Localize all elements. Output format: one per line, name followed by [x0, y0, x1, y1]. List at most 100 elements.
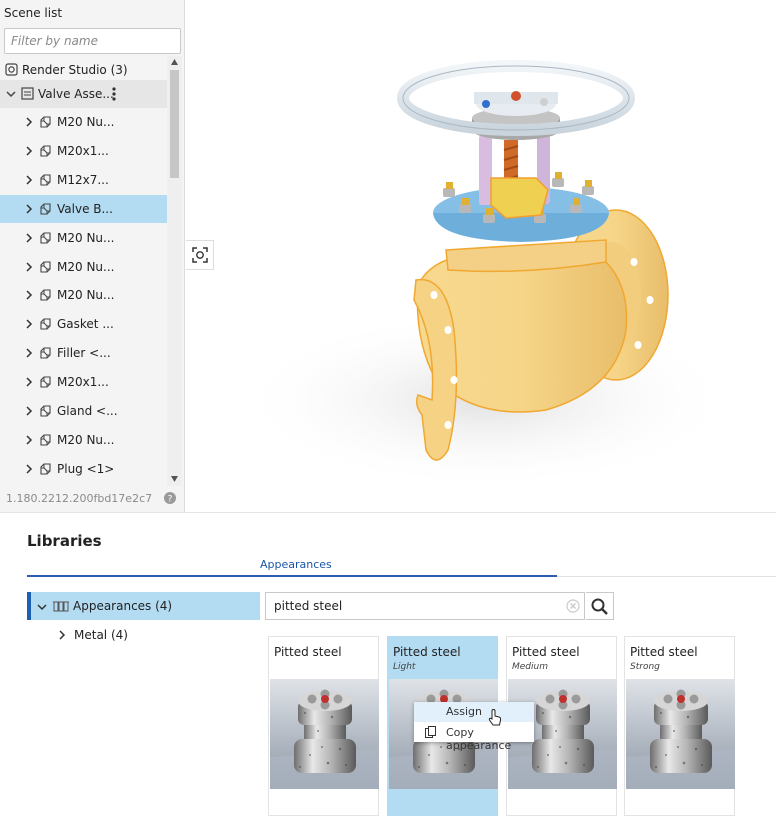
chevron-down-icon[interactable] [37, 602, 47, 612]
appearance-library-icon [53, 601, 69, 612]
focus-view-icon [192, 247, 208, 263]
tree-item[interactable]: M20 Nu... [0, 224, 167, 252]
chevron-right-icon[interactable] [24, 464, 34, 474]
chevron-right-icon[interactable] [24, 175, 34, 185]
card-subtitle: Strong [630, 662, 660, 672]
tree-item-label: M20x1... [57, 375, 109, 390]
tree-item-label: M20x1... [57, 143, 109, 158]
tree-item[interactable]: Plug <1> [0, 455, 167, 483]
search-icon [591, 598, 608, 615]
version-label: 1.180.2212.200fbd17e2c7 [6, 492, 153, 505]
part-icon [40, 145, 51, 157]
assembly-icon [21, 87, 34, 100]
filter-input[interactable] [4, 28, 181, 54]
library-tree-appearances[interactable]: Appearances (4) [27, 592, 260, 620]
more-options-icon[interactable] [111, 86, 117, 102]
part-icon [40, 318, 51, 330]
tree-item[interactable]: M12x7... [0, 166, 167, 194]
scene-tree: Render Studio (3) Valve Asse... M20 Nu..… [0, 56, 167, 486]
chevron-right-icon[interactable] [24, 146, 34, 156]
tree-item[interactable]: M20x1... [0, 368, 167, 396]
card-title: Pitted steel [630, 645, 698, 659]
part-icon [40, 376, 51, 388]
tab-appearances[interactable]: Appearances [260, 558, 332, 571]
menu-item-label: Copy appearance [446, 726, 512, 752]
chevron-right-icon[interactable] [24, 406, 34, 416]
chevron-right-icon[interactable] [24, 435, 34, 445]
part-icon [40, 405, 51, 417]
chevron-down-icon[interactable] [6, 89, 16, 99]
tree-item[interactable]: Gasket ... [0, 310, 167, 338]
chevron-right-icon[interactable] [24, 319, 34, 329]
scene-list-panel: Scene list Render Studio (3) Valve Asse.… [0, 0, 185, 512]
part-icon [40, 232, 51, 244]
chevron-right-icon[interactable] [24, 290, 34, 300]
tree-item[interactable]: M20x1... [0, 137, 167, 165]
library-tree-metal[interactable]: Metal (4) [55, 626, 205, 646]
tree-item-label: Gland <... [57, 404, 118, 418]
menu-item-label: Assign [446, 705, 482, 718]
libraries-title: Libraries [27, 532, 102, 550]
part-icon [40, 203, 51, 215]
chevron-right-icon[interactable] [24, 261, 34, 272]
tree-item-label: M20 Nu... [57, 115, 115, 129]
tree-item[interactable]: M20 Nu... [0, 253, 167, 281]
tree-item-label: Filler <... [57, 346, 111, 361]
focus-view-button[interactable] [186, 240, 214, 270]
appearance-card[interactable]: Pitted steel Strong [624, 636, 735, 816]
chevron-right-icon[interactable] [24, 233, 34, 243]
3d-viewport[interactable] [186, 0, 776, 512]
scroll-up-icon[interactable] [171, 59, 178, 65]
tree-item[interactable]: M20 Nu... [0, 426, 167, 454]
tree-item[interactable]: Valve B... [0, 194, 167, 223]
appearance-card[interactable]: Pitted steel [268, 636, 379, 816]
tab-divider [557, 576, 776, 577]
svg-text:?: ? [168, 495, 173, 505]
clear-search-icon[interactable] [566, 599, 580, 613]
tree-item-label: Valve Asse... [38, 87, 114, 101]
part-icon [40, 289, 51, 301]
chevron-right-icon[interactable] [24, 348, 34, 358]
appearance-thumbnail [626, 679, 735, 789]
render-studio-icon [5, 63, 18, 76]
chevron-right-icon[interactable] [57, 630, 67, 640]
tree-item-label: M20 Nu... [57, 288, 115, 303]
tree-item[interactable]: Gland <... [0, 397, 167, 425]
tree-item[interactable]: M20 Nu... [0, 281, 167, 309]
context-menu: Assign Copy appearance [414, 702, 534, 752]
panel-divider [0, 512, 776, 513]
scene-list-scrollbar[interactable] [167, 56, 182, 486]
menu-item-copy-appearance[interactable]: Copy appearance [414, 722, 534, 752]
chevron-right-icon[interactable] [24, 204, 34, 214]
scene-list-title: Scene list [4, 6, 63, 20]
part-icon [40, 174, 51, 186]
part-icon [40, 463, 51, 475]
tree-item-label: M20 Nu... [57, 259, 115, 274]
tree-item-label: Render Studio (3) [22, 63, 128, 77]
tree-item[interactable]: Filler <... [0, 339, 167, 367]
tree-item-label: M20 Nu... [57, 230, 115, 245]
library-tree-root-label: Appearances (4) [73, 599, 173, 613]
library-tree-child-label: Metal (4) [74, 628, 128, 642]
hand-cursor-icon [488, 709, 502, 726]
tree-item-label: Plug <1> [57, 461, 115, 476]
scrollbar-thumb[interactable] [170, 70, 179, 178]
card-subtitle: Medium [512, 662, 548, 672]
chevron-right-icon[interactable] [24, 117, 34, 127]
valve-model[interactable] [186, 0, 776, 512]
appearance-thumbnail [270, 679, 379, 789]
part-icon [40, 434, 51, 446]
tree-item-label: M12x7... [57, 172, 109, 187]
tree-item[interactable]: M20 Nu... [0, 108, 167, 136]
menu-item-assign[interactable]: Assign [414, 702, 534, 722]
scroll-down-icon[interactable] [171, 476, 178, 482]
search-button[interactable] [586, 592, 614, 620]
help-icon[interactable]: ? [164, 492, 176, 504]
part-icon [40, 116, 51, 128]
tab-active-indicator [27, 575, 557, 577]
search-input[interactable] [265, 592, 585, 620]
tree-item-valve-assembly[interactable]: Valve Asse... [0, 80, 167, 108]
card-title: Pitted steel [274, 645, 342, 659]
chevron-right-icon[interactable] [24, 377, 34, 387]
card-title: Pitted steel [512, 645, 580, 659]
